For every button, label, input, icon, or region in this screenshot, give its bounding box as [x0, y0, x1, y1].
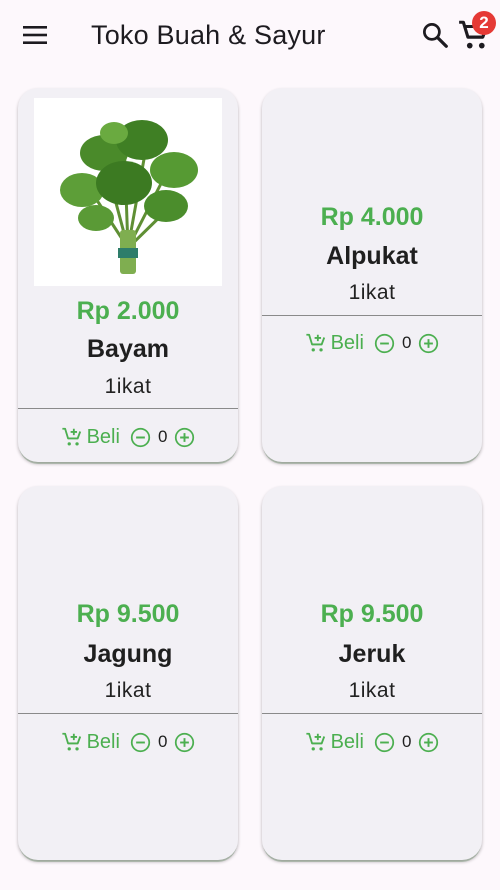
quantity-stepper: 0 [374, 732, 439, 753]
buy-button[interactable]: Beli [61, 426, 120, 449]
quantity-stepper: 0 [130, 427, 195, 448]
product-price: Rp 2.000 [76, 297, 180, 325]
increase-quantity-icon[interactable] [174, 427, 195, 448]
product-unit: 1ikat [348, 679, 396, 702]
add-shopping-cart-icon [305, 732, 325, 751]
buy-button[interactable]: Beli [305, 731, 364, 754]
card-divider [18, 408, 238, 409]
product-card[interactable]: Rp 9.500 Jeruk 1ikat Beli 0 [262, 486, 482, 860]
product-card[interactable]: Rp 2.000 Bayam 1ikat Beli 0 [18, 88, 238, 462]
card-divider [262, 713, 482, 714]
card-actions: Beli 0 [262, 729, 482, 755]
buy-button[interactable]: Beli [305, 332, 364, 355]
card-actions: Beli 0 [18, 424, 238, 450]
buy-label: Beli [86, 730, 120, 753]
quantity-stepper: 0 [130, 732, 195, 753]
product-name: Bayam [87, 335, 169, 363]
buy-button[interactable]: Beli [61, 731, 120, 754]
product-price: Rp 4.000 [320, 203, 424, 231]
app-title: Toko Buah & Sayur [91, 20, 326, 50]
quantity-value: 0 [157, 427, 168, 446]
quantity-value: 0 [401, 732, 412, 751]
product-unit: 1ikat [348, 281, 396, 304]
add-shopping-cart-icon [305, 333, 325, 352]
product-grid: Rp 2.000 Bayam 1ikat Beli 0 Rp 4.000 Alp… [0, 70, 500, 890]
add-shopping-cart-icon [61, 427, 81, 446]
product-card[interactable]: Rp 4.000 Alpukat 1ikat Beli 0 [262, 88, 482, 462]
card-divider [262, 315, 482, 316]
product-price: Rp 9.500 [76, 600, 180, 628]
product-unit: 1ikat [104, 375, 152, 398]
quantity-value: 0 [157, 732, 168, 751]
increase-quantity-icon[interactable] [418, 333, 439, 354]
decrease-quantity-icon[interactable] [130, 732, 151, 753]
product-name: Jeruk [338, 640, 406, 668]
spinach-photo [60, 120, 198, 274]
decrease-quantity-icon[interactable] [374, 333, 395, 354]
search-icon[interactable] [420, 20, 450, 50]
product-name: Jagung [83, 640, 173, 668]
buy-label: Beli [86, 425, 120, 448]
decrease-quantity-icon[interactable] [374, 732, 395, 753]
product-price: Rp 9.500 [320, 600, 424, 628]
card-actions: Beli 0 [18, 729, 238, 755]
add-shopping-cart-icon [61, 732, 81, 751]
quantity-value: 0 [401, 333, 412, 352]
card-actions: Beli 0 [262, 330, 482, 356]
decrease-quantity-icon[interactable] [130, 427, 151, 448]
menu-icon[interactable] [22, 24, 48, 46]
increase-quantity-icon[interactable] [418, 732, 439, 753]
product-name: Alpukat [326, 242, 418, 270]
buy-label: Beli [330, 331, 364, 354]
buy-label: Beli [330, 730, 364, 753]
product-unit: 1ikat [104, 679, 152, 702]
product-card[interactable]: Rp 9.500 Jagung 1ikat Beli 0 [18, 486, 238, 860]
spinach-image [34, 98, 222, 286]
card-divider [18, 713, 238, 714]
quantity-stepper: 0 [374, 333, 439, 354]
app-bar: Toko Buah & Sayur 2 [0, 0, 500, 70]
cart-count-badge: 2 [472, 11, 496, 35]
increase-quantity-icon[interactable] [174, 732, 195, 753]
